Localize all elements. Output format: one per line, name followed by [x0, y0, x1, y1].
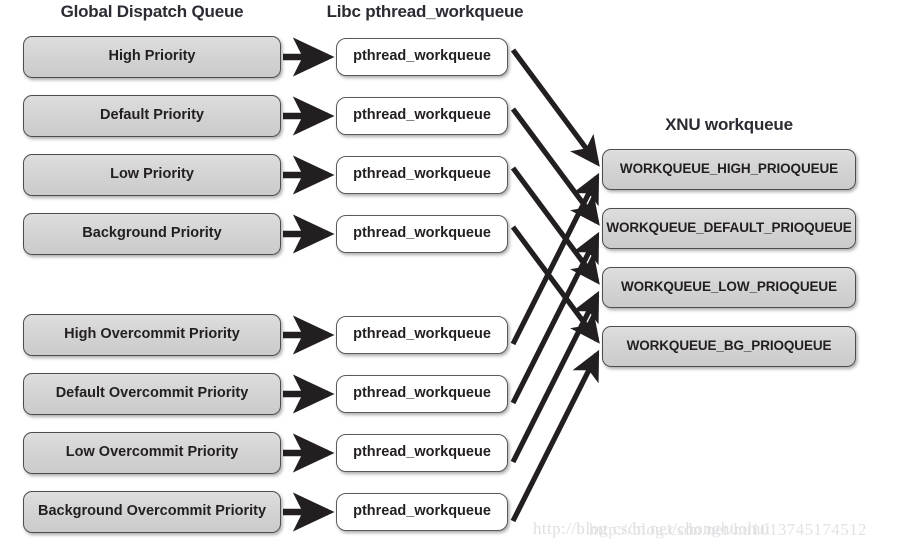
column-title-libc-pthread-workqueue: Libc pthread_workqueue	[326, 2, 524, 21]
libc-box-pthread-workqueue-4[interactable]: pthread_workqueue	[336, 215, 508, 253]
gdq-box-low-overcommit-priority[interactable]: Low Overcommit Priority	[23, 432, 281, 474]
gdq-box-default-overcommit-priority[interactable]: Default Overcommit Priority	[23, 373, 281, 415]
libc-box-pthread-workqueue-8[interactable]: pthread_workqueue	[336, 493, 508, 531]
gdq-box-low-priority[interactable]: Low Priority	[23, 154, 281, 196]
libc-box-pthread-workqueue-2[interactable]: pthread_workqueue	[336, 97, 508, 135]
xnu-box-workqueue-low-prioqueue[interactable]: WORKQUEUE_LOW_PRIOQUEUE	[602, 267, 856, 308]
libc-box-pthread-workqueue-5[interactable]: pthread_workqueue	[336, 316, 508, 354]
libc-box-pthread-workqueue-7[interactable]: pthread_workqueue	[336, 434, 508, 472]
libc-box-pthread-workqueue-1[interactable]: pthread_workqueue	[336, 38, 508, 76]
diagram-canvas: Global Dispatch Queue Libc pthread_workq…	[0, 0, 914, 555]
gdq-box-background-priority[interactable]: Background Priority	[23, 213, 281, 255]
column-title-global-dispatch-queue: Global Dispatch Queue	[60, 2, 244, 21]
arrows-gdq-to-libc	[283, 37, 335, 532]
xnu-box-workqueue-bg-prioqueue[interactable]: WORKQUEUE_BG_PRIOQUEUE	[602, 326, 856, 367]
libc-box-pthread-workqueue-6[interactable]: pthread_workqueue	[336, 375, 508, 413]
libc-box-pthread-workqueue-3[interactable]: pthread_workqueue	[336, 156, 508, 194]
gdq-box-default-priority[interactable]: Default Priority	[23, 95, 281, 137]
gdq-box-background-overcommit-priority[interactable]: Background Overcommit Priority	[23, 491, 281, 533]
gdq-box-high-priority[interactable]: High Priority	[23, 36, 281, 78]
gdq-box-high-overcommit-priority[interactable]: High Overcommit Priority	[23, 314, 281, 356]
xnu-box-workqueue-default-prioqueue[interactable]: WORKQUEUE_DEFAULT_PRIOQUEUE	[602, 208, 856, 249]
arrows-libc-upper-to-xnu	[510, 48, 600, 344]
column-title-xnu-workqueue: XNU workqueue	[665, 115, 793, 134]
xnu-box-workqueue-high-prioqueue[interactable]: WORKQUEUE_HIGH_PRIOQUEUE	[602, 149, 856, 190]
